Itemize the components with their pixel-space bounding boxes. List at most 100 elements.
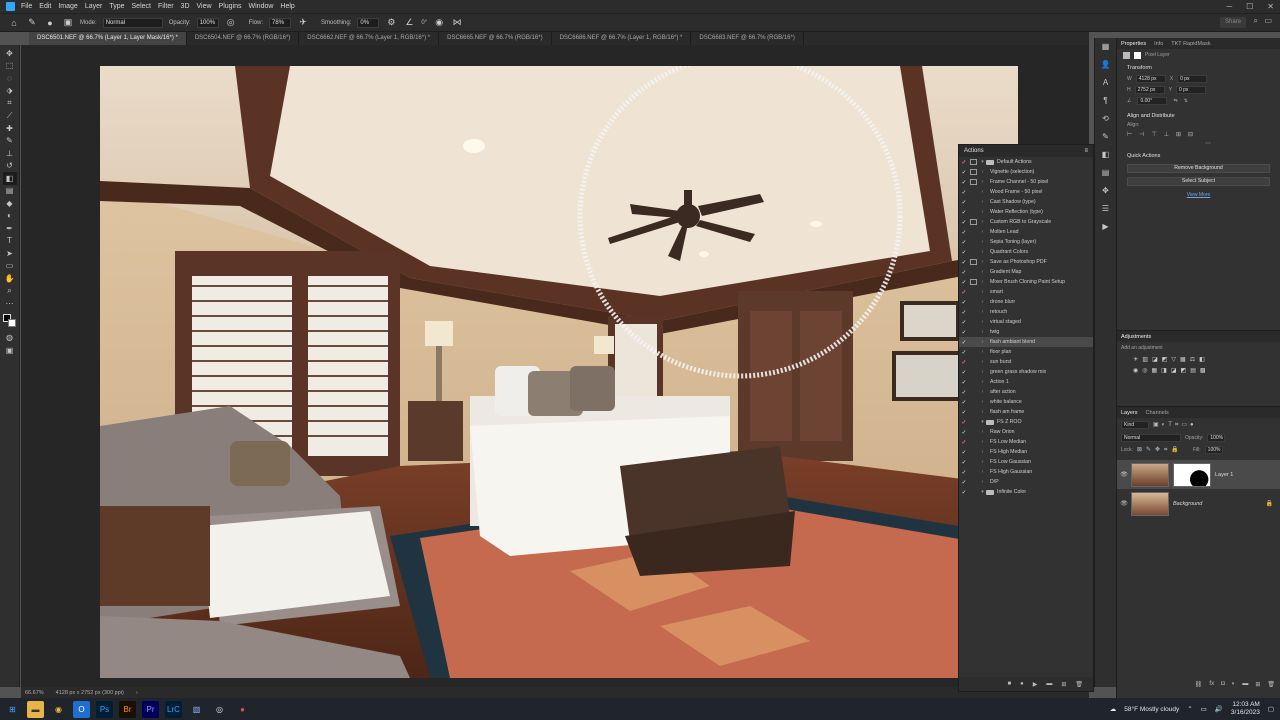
chevron-down-icon[interactable]: ▾ [979,159,986,165]
chevron-right-icon[interactable]: › [979,459,986,465]
posterize-icon[interactable]: ◪ [1171,367,1177,374]
chevron-right-icon[interactable]: › [979,309,986,315]
dialog-toggle-icon[interactable] [970,159,977,165]
chevron-right-icon[interactable]: › [979,429,986,435]
minimize-icon[interactable]: ─ [1226,2,1232,11]
gradient-tool-icon[interactable]: ▤ [3,185,17,198]
transform-title[interactable]: Transform [1117,65,1280,71]
action-item[interactable]: ✓ › virtual staged [959,317,1093,327]
dialog-toggle-icon[interactable] [970,179,977,185]
fill-field[interactable]: 100% [1204,446,1223,454]
shape-tool-icon[interactable]: ▭ [3,260,17,273]
document-tab[interactable]: DSC6665.NEF @ 66.7% (RGB/16*) [439,32,552,45]
dialog-toggle-icon[interactable] [970,199,977,205]
stop-icon[interactable]: ■ [1007,681,1011,687]
checkmark-icon[interactable]: ✓ [959,449,969,456]
action-item[interactable]: ✓ › white balance [959,397,1093,407]
align-right-icon[interactable]: ⊤ [1151,131,1156,138]
action-item[interactable]: ✓ › FS Low Gaussian [959,457,1093,467]
gear-icon[interactable]: ⚙ [385,17,397,29]
checkmark-icon[interactable]: ✓ [959,229,969,236]
history-brush-tool-icon[interactable]: ↺ [3,160,17,173]
menu-item-plugins[interactable]: Plugins [219,3,242,10]
flow-field[interactable]: 78% [269,17,292,28]
weather-icon[interactable]: ☁ [1110,705,1117,713]
delete-layer-icon[interactable]: 🗑 [1267,681,1275,688]
checkmark-icon[interactable]: ✓ [959,369,969,376]
history-icon[interactable]: ⟲ [1102,114,1109,123]
chevron-right-icon[interactable]: › [979,339,986,345]
checkmark-icon[interactable]: ✓ [959,489,969,496]
group-icon[interactable]: ▬ [1242,681,1248,688]
photo-viewer-icon[interactable]: ▧ [188,701,205,718]
layer-mask-thumbnail[interactable] [1173,462,1211,487]
actions-icon[interactable]: ▶ [1102,222,1108,231]
start-icon[interactable]: ⊞ [4,701,21,718]
chevron-right-icon[interactable]: › [979,389,986,395]
tab-layers[interactable]: Layers [1121,410,1138,416]
dodge-tool-icon[interactable]: ◐ [3,210,17,223]
dialog-toggle-icon[interactable] [970,379,977,385]
checkmark-icon[interactable]: ✓ [959,429,969,436]
dialog-toggle-icon[interactable] [970,269,977,275]
tab-adjustments[interactable]: Adjustments [1121,334,1151,340]
action-item[interactable]: ✓ › Action 1 [959,377,1093,387]
angle-field[interactable]: 0.00° [1137,97,1168,105]
delete-icon[interactable]: 🗑 [1075,681,1083,688]
dialog-toggle-icon[interactable] [970,289,977,295]
action-item[interactable]: ✓ › after action [959,387,1093,397]
dialog-toggle-icon[interactable] [970,329,977,335]
workspace-icon[interactable]: ▭ [1264,16,1272,25]
action-item[interactable]: ✓ › Vignette (selection) [959,167,1093,177]
dialog-toggle-icon[interactable] [970,429,977,435]
photoshop-logo-icon[interactable] [6,2,15,11]
zoom-level[interactable]: 66.67% [25,690,44,696]
menu-item-layer[interactable]: Layer [85,3,103,10]
invert-icon[interactable]: ◨ [1161,367,1167,374]
action-item[interactable]: ✓ › Mixer Brush Cloning Paint Setup [959,277,1093,287]
menu-item-filter[interactable]: Filter [158,3,174,10]
checkmark-icon[interactable]: ✓ [959,389,969,396]
paragraph-icon[interactable]: ¶ [1103,96,1107,105]
quick-mask-icon[interactable]: ◍ [3,332,17,345]
action-item[interactable]: ✓ ▾ Infinite Color [959,487,1093,497]
action-item[interactable]: ✓ › Frame Channel - 50 pixel [959,177,1093,187]
width-field[interactable]: 4128 px [1135,75,1166,83]
chevron-right-icon[interactable]: › [979,169,986,175]
dialog-toggle-icon[interactable] [970,279,977,285]
hue-saturation-icon[interactable]: ▦ [1180,356,1186,363]
volume-icon[interactable]: 🔊 [1215,705,1223,713]
action-item[interactable]: ✓ › Quadrant Colors [959,247,1093,257]
selective-color-icon[interactable]: ▩ [1200,367,1206,374]
brightness-icon[interactable]: ☀ [1133,356,1138,363]
chevron-right-icon[interactable]: › [979,229,986,235]
dialog-toggle-icon[interactable] [970,189,977,195]
airbrush-icon[interactable]: ✈ [297,17,309,29]
menu-item-image[interactable]: Image [58,3,77,10]
network-icon[interactable]: ▭ [1201,705,1207,713]
add-mask-icon[interactable]: ◘ [1221,681,1225,688]
menu-item-view[interactable]: View [197,3,212,10]
share-button[interactable]: Share [1220,17,1246,28]
action-item[interactable]: ✓ › green grass shadow mix [959,367,1093,377]
navigator-icon[interactable]: ✥ [1102,186,1109,195]
dialog-toggle-icon[interactable] [970,369,977,375]
dialog-toggle-icon[interactable] [970,229,977,235]
foreground-background-colors[interactable] [2,313,17,328]
hand-tool-icon[interactable]: ✋ [3,272,17,285]
chevron-right-icon[interactable]: › [979,359,986,365]
path-select-tool-icon[interactable]: ➤ [3,247,17,260]
action-item[interactable]: ✓ › Sepia Toning (layer) [959,237,1093,247]
checkmark-icon[interactable]: ✓ [959,179,969,186]
object-select-tool-icon[interactable]: ⬗ [3,85,17,98]
brush-tool-icon[interactable]: ✎ [3,135,17,148]
action-item[interactable]: ✓ › flash ambiant blend [959,337,1093,347]
tab-channels[interactable]: Channels [1146,410,1169,416]
align-left-icon[interactable]: ⊢ [1127,131,1132,138]
new-layer-icon[interactable]: ⊞ [1255,681,1260,688]
chevron-down-icon[interactable]: ▾ [979,489,986,495]
photo-filter-icon[interactable]: ◉ [1133,367,1138,374]
layer-thumbnail[interactable] [1131,462,1169,487]
checkmark-icon[interactable]: ✓ [959,329,969,336]
dialog-toggle-icon[interactable] [970,219,977,225]
